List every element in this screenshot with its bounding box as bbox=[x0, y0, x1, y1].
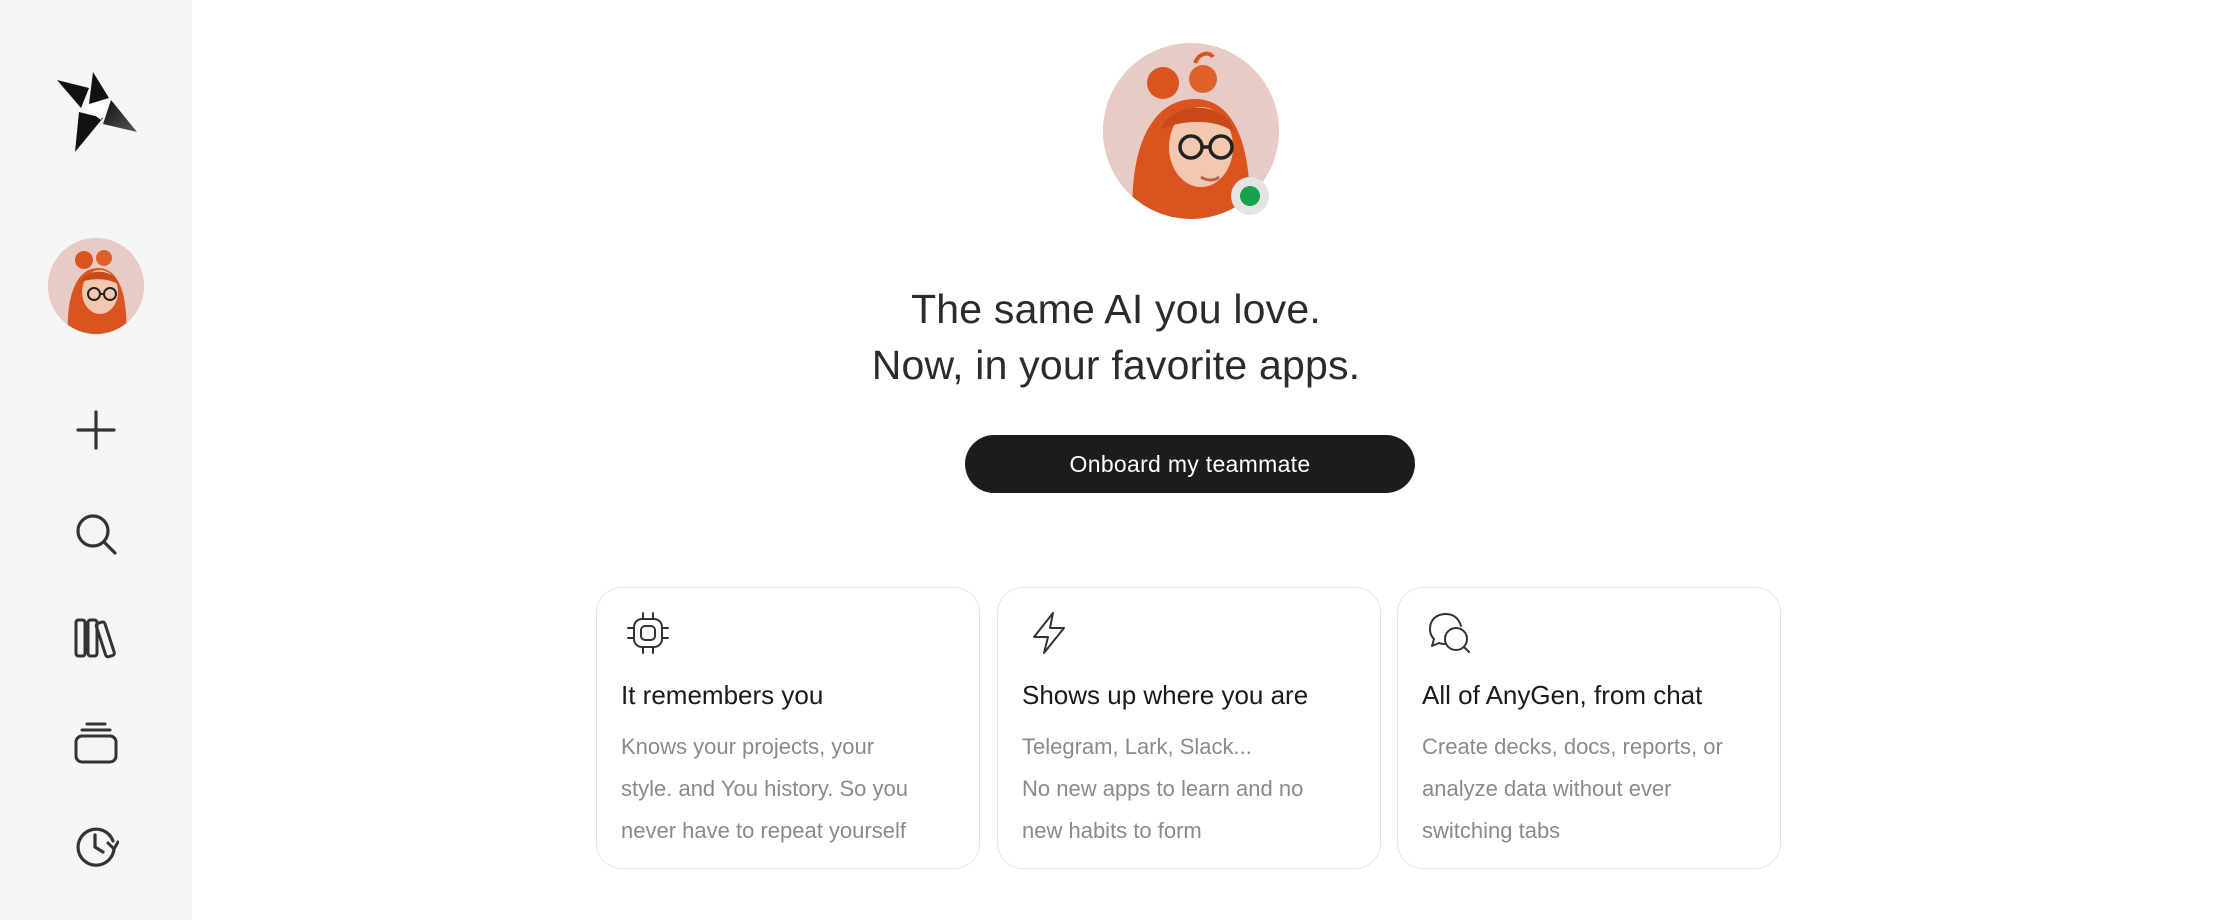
anygen-logo-icon[interactable] bbox=[53, 68, 139, 154]
search-icon[interactable] bbox=[68, 506, 124, 562]
card-description: Telegram, Lark, Slack... No new apps to … bbox=[1022, 734, 1304, 843]
onboard-teammate-button[interactable]: Onboard my teammate bbox=[965, 435, 1415, 493]
online-status-dot bbox=[1231, 177, 1269, 215]
chat-bubbles-icon bbox=[1426, 610, 1472, 656]
feature-card-anygen-chat: All of AnyGen, from chat Create decks, d… bbox=[1397, 587, 1781, 869]
stack-icon[interactable] bbox=[68, 714, 124, 770]
card-description: Create decks, docs, reports, or analyze … bbox=[1422, 734, 1723, 843]
lightning-icon bbox=[1026, 610, 1072, 656]
feature-card-shows-up: Shows up where you are Telegram, Lark, S… bbox=[997, 587, 1381, 869]
plus-icon[interactable] bbox=[68, 402, 124, 458]
library-icon[interactable] bbox=[68, 610, 124, 666]
chip-icon bbox=[625, 610, 671, 656]
card-description: Knows your projects, your style. and You… bbox=[621, 734, 908, 843]
sidebar bbox=[0, 0, 192, 920]
card-title: Shows up where you are bbox=[1022, 680, 1309, 710]
headline-line-1: The same AI you love. bbox=[911, 286, 1321, 332]
assistant-avatar-container bbox=[1103, 43, 1279, 219]
feature-card-remembers: It remembers you Knows your projects, yo… bbox=[596, 587, 980, 869]
card-title: It remembers you bbox=[621, 680, 824, 710]
history-icon[interactable] bbox=[68, 818, 124, 874]
headline-line-2: Now, in your favorite apps. bbox=[871, 342, 1361, 388]
card-title: All of AnyGen, from chat bbox=[1422, 680, 1703, 710]
